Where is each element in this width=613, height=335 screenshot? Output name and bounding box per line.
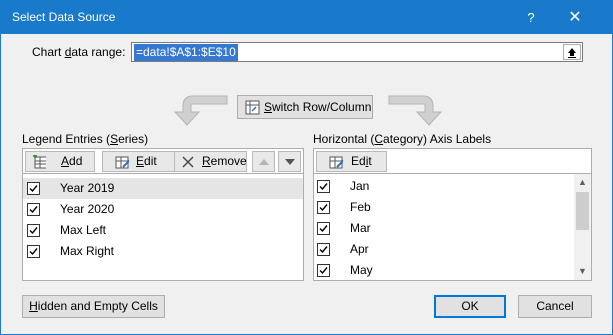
checkbox[interactable] [27,203,40,216]
scroll-up-icon[interactable]: ▲ [574,174,591,191]
ok-button[interactable]: OK [434,295,506,318]
move-down-icon [285,159,295,165]
checkbox[interactable] [27,224,40,237]
remove-label: Remove [202,154,247,168]
check-icon [319,225,328,233]
check-icon [319,246,328,254]
legend-item-year-2020[interactable]: Year 2020 [23,199,303,220]
title-bar: Select Data Source ? ✕ [1,1,612,34]
legend-item-label: Year 2019 [60,181,115,195]
scroll-thumb[interactable] [576,192,589,230]
cancel-label: Cancel [536,299,574,313]
edit-label: Edit [351,154,372,168]
chart-data-range-value: =data!$A$1:$E$10 [134,44,238,61]
hidden-empty-cells-label: Hidden and Empty Cells [29,299,158,313]
checkbox[interactable] [317,180,330,193]
axis-labels-list[interactable]: Jan Feb Mar Apr May ▲ ▼ [313,173,592,281]
move-up-button[interactable] [252,151,275,172]
checkbox[interactable] [27,245,40,258]
axis-toolbar: Edit [313,148,592,173]
add-series-button[interactable]: Add [25,151,95,172]
checkbox[interactable] [317,243,330,256]
select-data-source-dialog: Select Data Source ? ✕ Chart data range:… [0,0,613,335]
checkbox[interactable] [317,264,330,277]
dialog-title: Select Data Source [12,10,116,24]
remove-series-button[interactable]: Remove [174,151,247,172]
ok-label: OK [461,299,479,313]
collapse-arrow-icon [568,48,576,58]
axis-labels-label: Horizontal (Category) Axis Labels [313,132,492,146]
scroll-down-icon[interactable]: ▼ [574,263,591,280]
chart-data-range-input[interactable]: =data!$A$1:$E$10 [131,42,583,62]
legend-entries-label: Legend Entries (Series) [22,132,149,146]
check-icon [319,204,328,212]
check-icon [29,227,38,235]
checkbox[interactable] [317,222,330,235]
axis-item-label: Feb [350,200,371,214]
edit-label: Edit [136,154,157,168]
axis-item-may[interactable]: May [314,260,576,280]
switch-row-column-button[interactable]: Switch Row/Column [237,95,373,119]
move-down-button[interactable] [278,151,301,172]
right-curve-arrow-icon [388,95,443,126]
axis-list-scrollbar[interactable]: ▲ ▼ [574,174,591,280]
hidden-empty-cells-button[interactable]: Hidden and Empty Cells [22,295,165,318]
left-curve-arrow-icon [173,95,228,126]
legend-item-label: Max Left [60,223,107,237]
close-button[interactable]: ✕ [555,1,595,34]
axis-item-label: Jan [350,179,370,193]
legend-item-year-2019[interactable]: Year 2019 [23,178,303,199]
add-table-icon [33,155,46,169]
edit-axis-labels-button[interactable]: Edit [316,151,387,172]
check-icon [319,183,328,191]
legend-item-label: Year 2020 [60,202,115,216]
legend-toolbar: Add Edit Remove [22,148,304,173]
remove-x-icon [182,156,194,168]
check-icon [29,206,38,214]
check-icon [29,248,38,256]
switch-rows-columns-icon [245,100,260,115]
collapse-dialog-button[interactable] [563,44,581,60]
add-label: Add [61,154,83,168]
legend-item-label: Max Right [60,244,115,258]
legend-item-max-left[interactable]: Max Left [23,220,303,241]
switch-row-column-label: Switch Row/Column [264,100,372,114]
axis-item-feb[interactable]: Feb [314,197,576,218]
edit-table-icon [115,156,129,169]
axis-item-label: May [350,263,373,277]
legend-item-max-right[interactable]: Max Right [23,241,303,262]
edit-table-icon [329,156,343,169]
checkbox[interactable] [27,182,40,195]
axis-item-label: Apr [350,242,369,256]
axis-item-label: Mar [350,221,371,235]
chart-data-range-label: Chart data range: [32,45,126,59]
axis-item-mar[interactable]: Mar [314,218,576,239]
cancel-button[interactable]: Cancel [518,295,592,318]
axis-item-jan[interactable]: Jan [314,176,576,197]
help-button[interactable]: ? [513,1,549,34]
check-icon [29,185,38,193]
checkbox[interactable] [317,201,330,214]
legend-entries-list[interactable]: Year 2019 Year 2020 Max Left Max Right [22,173,304,281]
move-up-icon [259,159,269,165]
check-icon [319,267,328,275]
axis-item-apr[interactable]: Apr [314,239,576,260]
